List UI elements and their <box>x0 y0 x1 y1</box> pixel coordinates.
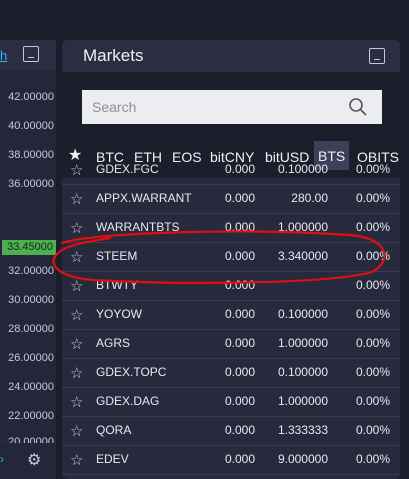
price-tick: 36.00000 <box>8 178 54 190</box>
market-row[interactable]: ☆ WARRANTBTS 0.000 1.000000 0.00% <box>62 214 400 243</box>
market-row[interactable]: ☆ GDEX.DAG 0.000 1.000000 0.00% <box>62 388 400 417</box>
market-name: STEEM <box>96 249 138 263</box>
minimize-icon[interactable] <box>369 48 385 64</box>
market-change: 0.00% <box>355 162 390 176</box>
market-name: QORA <box>96 423 132 437</box>
market-row[interactable]: ☆ BTWTY 0.000 0.00% <box>62 272 400 301</box>
price-tick: 28.00000 <box>8 323 54 335</box>
market-bitcny-value: 0.000 <box>225 278 256 292</box>
market-bitcny-value: 0.000 <box>225 162 256 176</box>
favorite-star-icon[interactable]: ☆ <box>70 161 83 179</box>
market-bitcny-value: 0.000 <box>225 191 256 205</box>
chart-footer-link[interactable]: › <box>0 452 4 466</box>
search-input[interactable]: Search <box>82 90 382 124</box>
current-price-label: 33.45000 <box>2 240 56 255</box>
search-placeholder: Search <box>92 99 137 115</box>
market-bitusd-value: 1.000000 <box>277 394 328 408</box>
market-change: 0.00% <box>355 191 390 205</box>
market-row[interactable]: ☆ AGRS 0.000 1.000000 0.00% <box>62 330 400 359</box>
market-change: 0.00% <box>355 278 390 292</box>
market-bitcny-value: 0.000 <box>225 336 256 350</box>
favorite-star-icon[interactable]: ☆ <box>70 219 83 237</box>
market-row[interactable]: ☆ QORA 0.000 1.333333 0.00% <box>62 417 400 446</box>
favorite-star-icon[interactable]: ☆ <box>70 451 83 469</box>
favorite-star-icon[interactable]: ☆ <box>70 364 83 382</box>
favorite-star-icon[interactable]: ☆ <box>70 277 83 295</box>
market-bitusd-value: 0.100000 <box>277 365 328 379</box>
price-axis: 42.00000 40.00000 38.00000 36.00000 33.4… <box>0 70 56 448</box>
price-tick: 22.00000 <box>8 410 54 422</box>
market-name: GDEX.FGC <box>96 162 159 176</box>
search-icon[interactable] <box>348 97 368 117</box>
market-bitusd-value: 1.000000 <box>277 336 328 350</box>
market-name: GDEX.TOPC <box>96 365 167 379</box>
market-change: 0.00% <box>355 365 390 379</box>
market-bitcny-value: 0.000 <box>225 452 256 466</box>
market-name: BTWTY <box>96 278 138 292</box>
favorite-star-icon[interactable]: ☆ <box>70 248 83 266</box>
market-bitusd-value: 1.333333 <box>277 423 328 437</box>
market-name: WARRANTBTS <box>96 220 180 234</box>
market-bitusd-value: 0.100000 <box>277 162 328 176</box>
price-tick: 32.00000 <box>8 265 54 277</box>
markets-title: Markets <box>83 46 144 65</box>
favorite-star-icon[interactable]: ☆ <box>70 335 83 353</box>
market-change: 0.00% <box>355 249 390 263</box>
market-name: EDEV <box>96 452 129 466</box>
market-change: 0.00% <box>355 452 390 466</box>
market-row[interactable]: ☆ GDEX.FGC 0.000 0.100000 0.00% <box>62 156 400 185</box>
market-bitusd-value: 280.00 <box>291 191 328 205</box>
price-tick: 40.00000 <box>8 120 54 132</box>
market-name: YOYOW <box>96 307 143 321</box>
market-row[interactable]: ☆ STEEM 0.000 3.340000 0.00% <box>62 243 400 272</box>
market-change: 0.00% <box>355 307 390 321</box>
market-row[interactable]: ☆ YOYOW 0.000 0.100000 0.00% <box>62 301 400 330</box>
market-change: 0.00% <box>355 220 390 234</box>
price-tick: 42.00000 <box>8 91 54 103</box>
market-change: 0.00% <box>355 423 390 437</box>
favorite-star-icon[interactable]: ☆ <box>70 190 83 208</box>
favorite-star-icon[interactable]: ☆ <box>70 422 83 440</box>
market-name: AGRS <box>96 336 131 350</box>
chart-ticker-link[interactable]: h <box>0 48 7 63</box>
favorite-star-icon[interactable]: ☆ <box>70 393 83 411</box>
market-bitcny-value: 0.000 <box>225 365 256 379</box>
chart-panel: h 42.00000 40.00000 38.00000 36.00000 33… <box>0 40 56 479</box>
market-bitusd-value: 0.100000 <box>277 307 328 321</box>
markets-header: Markets <box>62 40 400 72</box>
favorite-star-icon[interactable]: ☆ <box>70 306 83 324</box>
chart-panel-header: h <box>0 40 56 70</box>
minimize-icon[interactable] <box>23 46 39 62</box>
market-bitcny-value: 0.000 <box>225 394 256 408</box>
market-bitcny-value: 0.000 <box>225 307 256 321</box>
price-tick: 26.00000 <box>8 352 54 364</box>
market-row[interactable]: ☆ EDEV 0.000 9.000000 0.00% <box>62 446 400 475</box>
price-tick: 24.00000 <box>8 381 54 393</box>
market-bitusd-value: 3.340000 <box>277 249 328 263</box>
market-bitcny-value: 0.000 <box>225 220 256 234</box>
chart-footer: › ⚙ <box>0 443 56 479</box>
market-name: GDEX.DAG <box>96 394 160 408</box>
market-bitusd-value: 9.000000 <box>277 452 328 466</box>
market-row[interactable]: ☆ GDEX.TOPC 0.000 0.100000 0.00% <box>62 359 400 388</box>
gear-icon[interactable]: ⚙ <box>27 450 41 470</box>
market-bitcny-value: 0.000 <box>225 423 256 437</box>
market-bitusd-value: 1.000000 <box>277 220 328 234</box>
market-change: 0.00% <box>355 336 390 350</box>
price-tick: 38.00000 <box>8 149 54 161</box>
market-change: 0.00% <box>355 394 390 408</box>
market-bitcny-value: 0.000 <box>225 249 256 263</box>
price-tick: 30.00000 <box>8 294 54 306</box>
market-row[interactable]: ☆ APPX.WARRANT 0.000 280.00 0.00% <box>62 185 400 214</box>
markets-panel: Markets Search ★ BTC ETH EOS bitCNY bitU… <box>62 40 400 479</box>
market-name: APPX.WARRANT <box>96 191 192 205</box>
